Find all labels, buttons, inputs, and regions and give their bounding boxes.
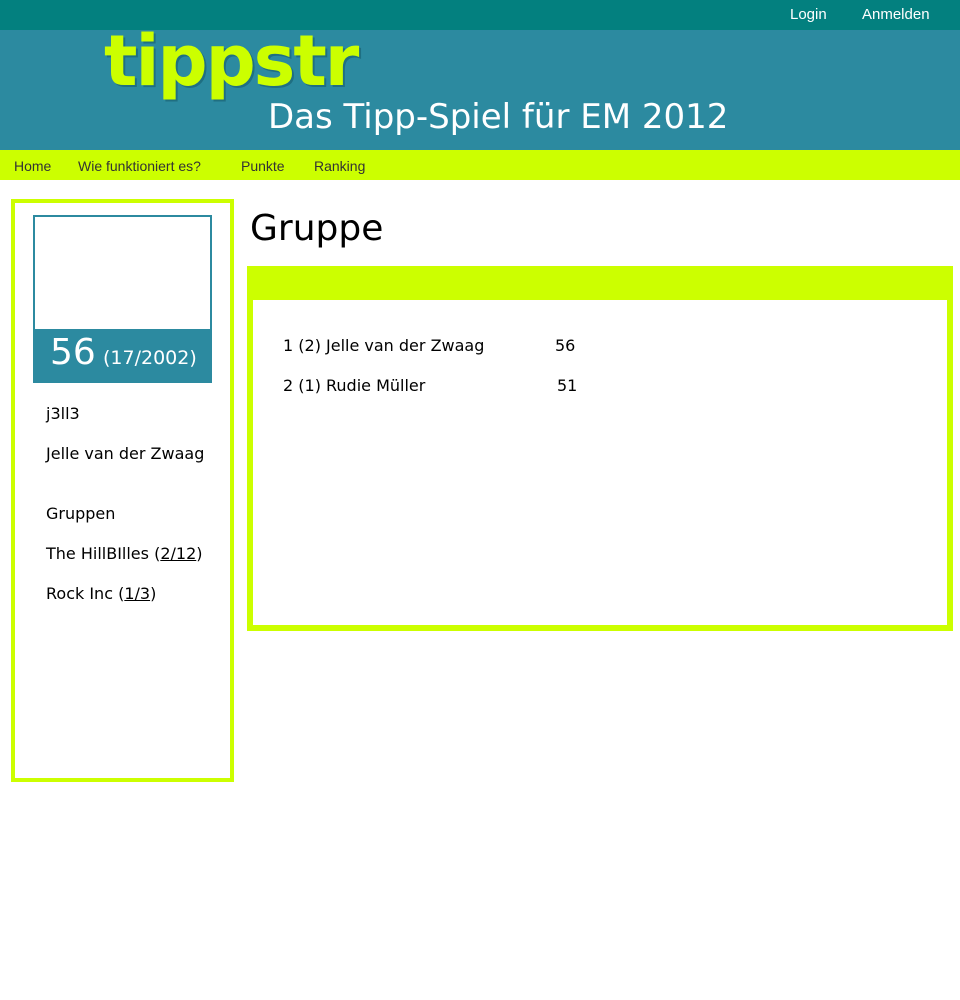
ranking-points: 56 bbox=[555, 336, 576, 355]
score-rank: (17/2002) bbox=[103, 347, 197, 369]
username: j3ll3 bbox=[46, 404, 80, 423]
ranking-list: 1 (2) Jelle van der Zwaag 56 2 (1) Rudie… bbox=[253, 300, 947, 625]
group-ranking-panel: 1 (2) Jelle van der Zwaag 56 2 (1) Rudie… bbox=[247, 266, 953, 631]
group-item: The HillBIlles (2/12) bbox=[46, 546, 203, 562]
group-close: ) bbox=[196, 544, 203, 563]
group-name: The HillBIlles ( bbox=[46, 544, 161, 563]
page-title: Gruppe bbox=[250, 208, 384, 249]
ranking-points: 51 bbox=[557, 376, 578, 395]
nav-how-it-works[interactable]: Wie funktioniert es? bbox=[78, 158, 201, 174]
signup-link[interactable]: Anmelden bbox=[862, 6, 930, 23]
groups-heading: Gruppen bbox=[46, 504, 116, 523]
group-item: Rock Inc (1/3) bbox=[46, 586, 156, 602]
logo[interactable]: tippstr bbox=[104, 26, 359, 96]
full-name: Jelle van der Zwaag bbox=[46, 444, 205, 463]
avatar[interactable] bbox=[33, 215, 212, 331]
group-rank-link[interactable]: 1/3 bbox=[124, 584, 150, 603]
ranking-player: 2 (1) Rudie Müller bbox=[283, 376, 426, 395]
nav-home[interactable]: Home bbox=[14, 158, 51, 174]
group-close: ) bbox=[150, 584, 157, 603]
main-nav: Home Wie funktioniert es? Punkte Ranking bbox=[0, 150, 960, 180]
score-value: 56 bbox=[50, 332, 96, 373]
nav-ranking[interactable]: Ranking bbox=[314, 158, 365, 174]
profile-sidebar: 56 (17/2002) j3ll3 Jelle van der Zwaag G… bbox=[11, 199, 234, 782]
header-banner: tippstr Das Tipp-Spiel für EM 2012 bbox=[0, 26, 960, 150]
login-link[interactable]: Login bbox=[790, 6, 827, 23]
score-box: 56 (17/2002) bbox=[33, 329, 212, 383]
group-rank-link[interactable]: 2/12 bbox=[160, 544, 196, 563]
tagline: Das Tipp-Spiel für EM 2012 bbox=[268, 97, 729, 137]
ranking-player: 1 (2) Jelle van der Zwaag bbox=[283, 336, 485, 355]
group-name: Rock Inc ( bbox=[46, 584, 125, 603]
nav-points[interactable]: Punkte bbox=[241, 158, 285, 174]
